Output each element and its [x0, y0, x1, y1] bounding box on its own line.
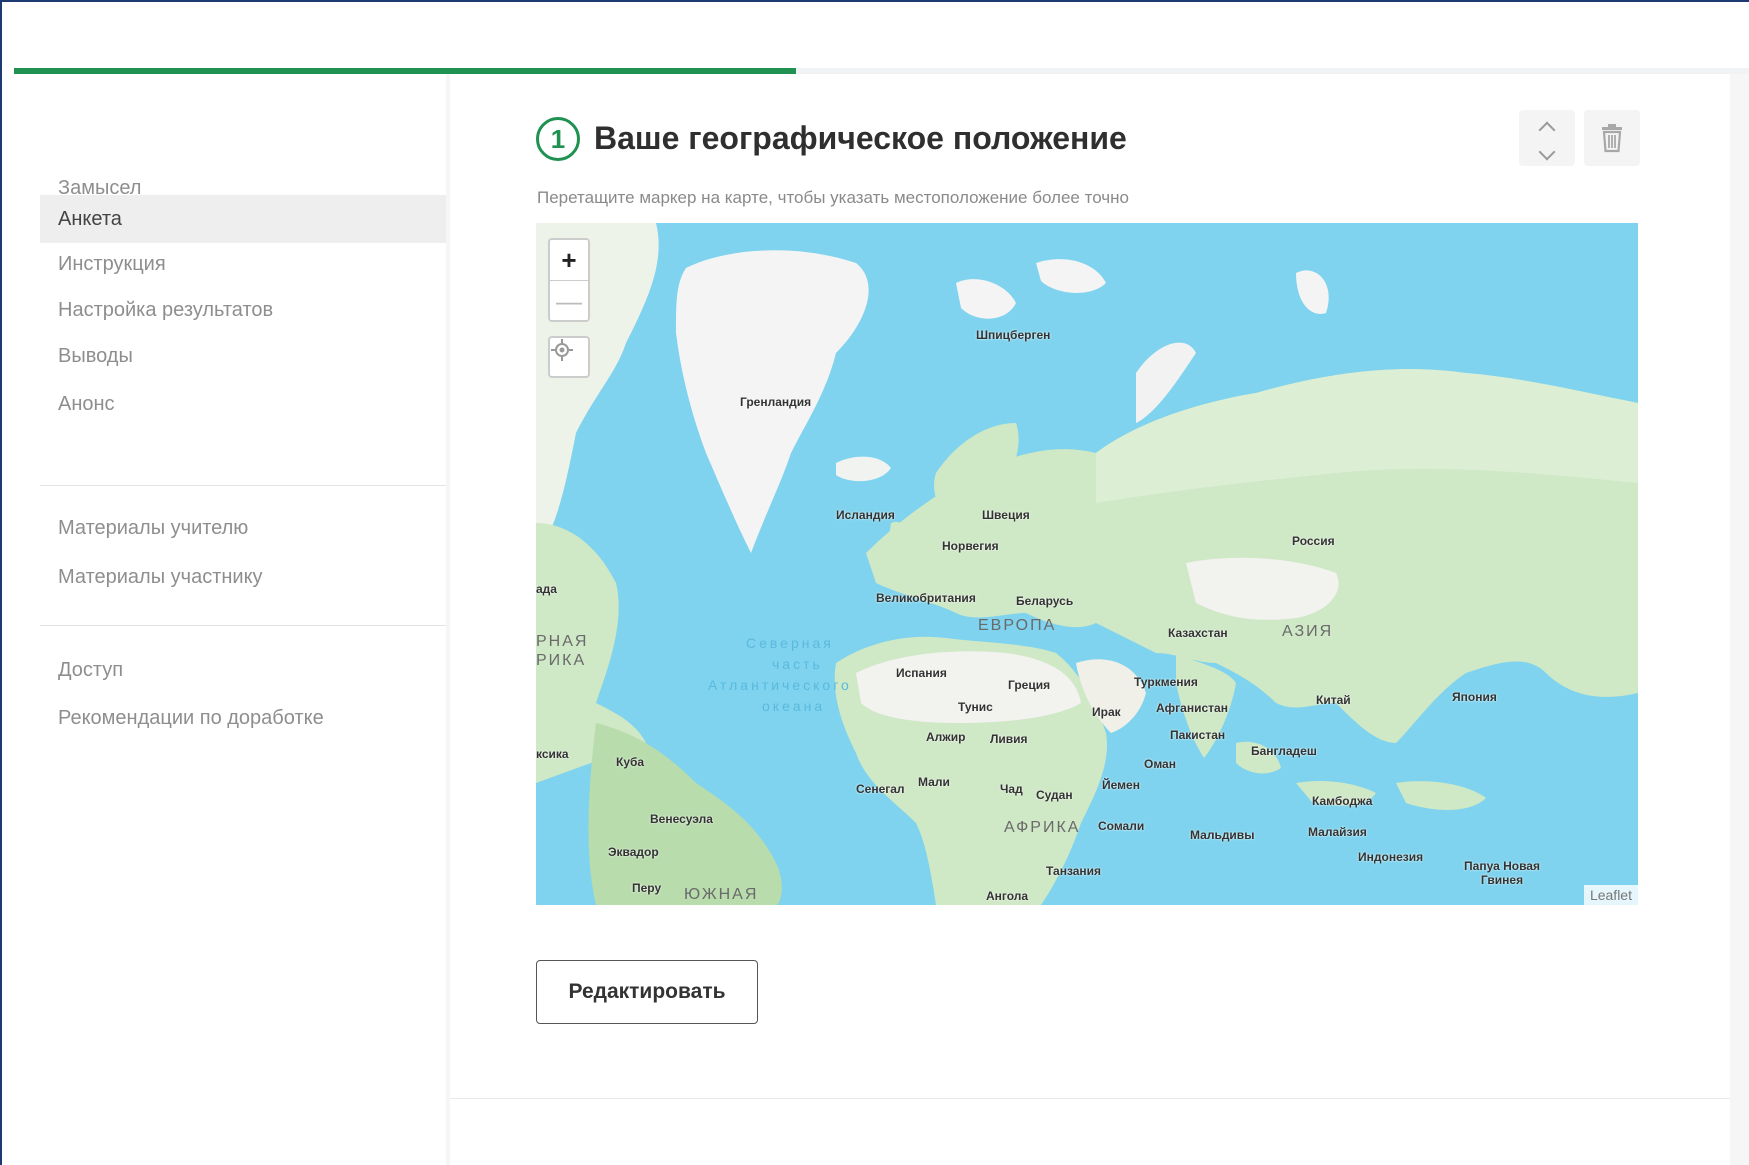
map-region-label: РНАЯ	[536, 633, 589, 650]
map-label: ксика	[536, 747, 569, 761]
map-label: Казахстан	[1168, 626, 1228, 640]
location-map[interactable]: + — Шпицберген Гренландия Исландия Швеци…	[536, 223, 1638, 905]
map-label: Гренландия	[740, 395, 812, 409]
sidebar-divider	[40, 485, 446, 486]
map-label: Эквадор	[608, 845, 659, 859]
map-label: Чад	[1000, 782, 1023, 796]
map-label: Индонезия	[1358, 850, 1424, 864]
map-label: Бангладеш	[1251, 744, 1317, 758]
question-number-badge: 1	[536, 117, 580, 161]
map-label: Тунис	[958, 700, 993, 714]
chevron-up-icon[interactable]	[1538, 121, 1556, 139]
map-label: Ирак	[1092, 705, 1121, 719]
map-region-label: ЕВРОПА	[978, 617, 1057, 634]
map-label: Беларусь	[1016, 594, 1074, 608]
question-hint: Перетащите маркер на карте, чтобы указат…	[537, 188, 1129, 207]
zoom-out-button[interactable]: —	[550, 280, 588, 320]
map-label: Судан	[1036, 788, 1073, 802]
map-label: Сенегал	[856, 782, 905, 796]
map-label: Камбоджа	[1312, 794, 1373, 808]
question-title: Ваше географическое положение	[594, 120, 1127, 156]
map-label: ада	[536, 582, 557, 596]
sidebar-item-recommendations[interactable]: Рекомендации по доработке	[40, 694, 446, 742]
map-label: Афганистан	[1156, 701, 1228, 715]
map-label: Пакистан	[1170, 728, 1226, 742]
map-label: Мальдивы	[1190, 828, 1255, 842]
sidebar-item-teacher-materials[interactable]: Материалы учителю	[40, 504, 446, 552]
map-label: Ангола	[986, 889, 1029, 903]
map-label: Ливия	[990, 732, 1028, 746]
crosshair-icon	[551, 339, 573, 361]
map-label: Япония	[1452, 690, 1497, 704]
sidebar-item-access[interactable]: Доступ	[40, 646, 446, 694]
map-label: Алжир	[926, 730, 966, 744]
map-region-label: АФРИКА	[1004, 819, 1081, 836]
trash-icon	[1602, 124, 1622, 153]
zoom-in-button[interactable]: +	[550, 240, 588, 280]
sidebar-divider	[40, 625, 446, 626]
map-ocean-label: часть	[772, 656, 823, 672]
sidebar-item-instruction[interactable]: Инструкция	[40, 240, 446, 288]
map-label: Оман	[1144, 757, 1176, 771]
locate-button[interactable]	[548, 336, 590, 378]
map-label: Туркмения	[1134, 675, 1198, 689]
sidebar: Замысел Анкета Инструкция Настройка резу…	[14, 74, 446, 1165]
next-card	[450, 1099, 1730, 1165]
sidebar-item-announcement[interactable]: Анонс	[40, 380, 446, 428]
map-ocean-label: Атлантического	[708, 677, 852, 693]
map-label: Венесуэла	[650, 812, 713, 826]
map-label: Мали	[918, 775, 950, 789]
map-ocean-label: Северная	[746, 635, 834, 651]
zoom-control: + —	[548, 238, 590, 322]
map-label: Китай	[1316, 693, 1351, 707]
map-label: Йемен	[1102, 778, 1140, 792]
map-label: Россия	[1292, 534, 1335, 548]
map-label: Перу	[632, 881, 662, 895]
app-frame: Замысел Анкета Инструкция Настройка резу…	[0, 0, 1749, 1165]
sidebar-item-participant-materials[interactable]: Материалы участнику	[40, 553, 446, 601]
edit-button[interactable]: Редактировать	[536, 960, 758, 1024]
map-label: Танзания	[1046, 864, 1102, 878]
reorder-button[interactable]	[1519, 110, 1575, 166]
map-attribution[interactable]: Leaflet	[1583, 885, 1638, 905]
map-label: Швеция	[982, 508, 1030, 522]
chevron-down-icon[interactable]	[1538, 143, 1556, 161]
map-label: Малайзия	[1308, 825, 1367, 839]
sidebar-item-conclusions[interactable]: Выводы	[40, 332, 446, 380]
map-label: Папуа Новая Гвинея	[1464, 859, 1540, 887]
map-label: Сомали	[1098, 819, 1145, 833]
map-label: Норвегия	[942, 539, 999, 553]
map-tiles[interactable]	[536, 223, 1638, 905]
map-label: Исландия	[836, 508, 895, 522]
sidebar-item-questionnaire[interactable]: Анкета	[40, 195, 446, 243]
map-label: Шпицберген	[976, 328, 1051, 342]
sidebar-item-results-settings[interactable]: Настройка результатов	[40, 286, 446, 334]
map-label: Испания	[896, 666, 947, 680]
map-region-label: ЮЖНАЯ	[684, 886, 759, 903]
map-region-label: РИКА	[536, 652, 587, 669]
map-label: Куба	[616, 755, 645, 769]
delete-button[interactable]	[1584, 110, 1640, 166]
map-label: Великобритания	[876, 591, 976, 605]
map-label: Греция	[1008, 678, 1051, 692]
map-ocean-label: океана	[762, 698, 826, 714]
map-region-label: АЗИЯ	[1282, 623, 1334, 640]
